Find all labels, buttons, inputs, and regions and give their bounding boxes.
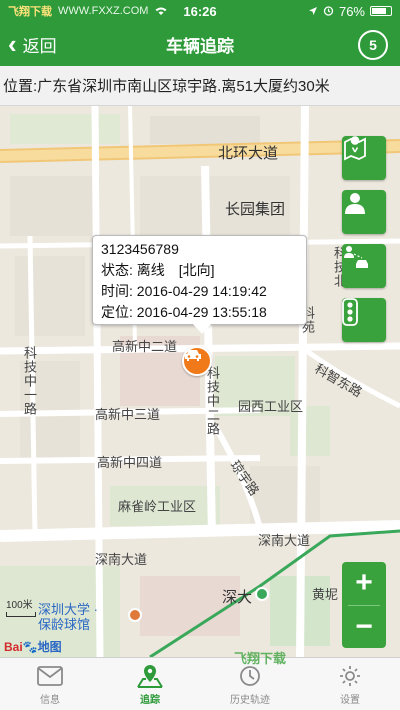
- watermark: 飞翔下载: [234, 651, 287, 666]
- road-label-keji-zhong2: 科技中二路: [205, 366, 220, 436]
- alarm-icon: [323, 4, 334, 19]
- popup-direction: [北向]: [178, 262, 215, 278]
- popup-locate-label: 定位:: [101, 304, 133, 320]
- envelope-icon: [37, 663, 63, 689]
- poi-label-changyuan: 长园集团: [225, 201, 286, 218]
- road-label-gaoxin-zhong3: 高新中三道: [95, 407, 161, 422]
- popup-time-value: 2016-04-29 14:19:42: [136, 283, 267, 299]
- poi-label-shenda: 深大: [222, 589, 253, 606]
- refresh-countdown-button[interactable]: 5: [358, 30, 388, 60]
- poi-label-yuanxi: 园西工业区: [238, 399, 304, 414]
- vehicle-marker[interactable]: [182, 346, 212, 376]
- tab-info[interactable]: 信息: [0, 658, 100, 710]
- road-label-keji-zhong1: 科技中一路: [22, 346, 37, 416]
- vehicle-info-popup: 3123456789 状态: 离线 [北向] 时间: 2016-04-29 14:…: [92, 235, 307, 334]
- tab-info-label: 信息: [40, 694, 60, 706]
- location-arrow-icon: [308, 4, 318, 19]
- bottom-tab-bar: 信息 追踪 历史轨迹 设置: [0, 657, 400, 710]
- refresh-countdown-value: 5: [369, 37, 377, 53]
- tab-track-label: 追踪: [140, 694, 160, 706]
- popup-time-label: 时间:: [101, 283, 133, 299]
- tab-settings-label: 设置: [340, 694, 360, 706]
- road-label-gaoxin-zhong2: 高新中二道: [112, 339, 178, 354]
- back-button[interactable]: ‹ 返回: [8, 22, 57, 66]
- traffic-light-button[interactable]: [342, 298, 386, 342]
- map-scale: 100米: [6, 596, 36, 617]
- popup-status-value: 离线: [136, 262, 165, 278]
- zoom-out-button[interactable]: −: [342, 606, 386, 649]
- poi-label-szu-bowling: 深圳大学 · 保龄球馆: [38, 602, 98, 632]
- person-button[interactable]: [342, 190, 386, 234]
- person-to-car-button[interactable]: [342, 244, 386, 288]
- page-title: 车辆追踪: [166, 36, 234, 56]
- nav-header: ‹ 返回 车辆追踪 5: [0, 22, 400, 66]
- website-label: WWW.FXXZ.COM: [58, 5, 149, 17]
- settings-icon: [338, 663, 362, 689]
- road-label-shennan: 深南大道: [258, 533, 311, 548]
- zoom-controls: + −: [342, 562, 386, 648]
- popup-plate: 3123456789: [101, 241, 179, 257]
- tab-history-label: 历史轨迹: [230, 694, 270, 706]
- back-label: 返回: [22, 36, 57, 56]
- road-label-shennan-west: 深南大道: [95, 552, 148, 567]
- scale-label: 100米: [6, 600, 33, 611]
- paw-icon: 🐾: [22, 640, 38, 654]
- map-view[interactable]: 北环大道 长园集团 高新中二道 高新中三道 高新中四道 深南大道 深南大道 科技…: [0, 106, 400, 657]
- map-pin-icon: [136, 663, 164, 689]
- bowling-poi-icon: [128, 608, 142, 622]
- metro-station-icon: [255, 587, 269, 601]
- tab-track[interactable]: 追踪: [100, 658, 200, 710]
- wifi-icon: [154, 4, 168, 19]
- status-bar: 飞翔下载 WWW.FXXZ.COM 16:26 76%: [0, 0, 400, 22]
- popup-status-label: 状态:: [101, 262, 133, 278]
- chevron-left-icon: ‹: [8, 29, 17, 59]
- zoom-in-button[interactable]: +: [342, 562, 386, 605]
- road-label-gaoxin-zhong4: 高新中四道: [97, 455, 163, 470]
- road-label-beihuan: 北环大道: [218, 145, 279, 162]
- poi-label-huangni: 黄坭: [312, 587, 339, 602]
- tab-settings[interactable]: 设置: [300, 658, 400, 710]
- baidu-map-logo: Bai🐾地图: [4, 640, 62, 654]
- location-bar: 位置:广东省深圳市南山区琼宇路.离51大厦约30米: [0, 66, 400, 106]
- battery-icon: [370, 6, 392, 16]
- map-locate-button[interactable]: [342, 136, 386, 180]
- carrier-label: 飞翔下载: [8, 6, 52, 18]
- battery-percent: 76%: [338, 3, 365, 19]
- poi-label-maqueling: 麻雀岭工业区: [118, 499, 197, 514]
- location-text: 位置:广东省深圳市南山区琼宇路.离51大厦约30米: [3, 78, 330, 95]
- popup-locate-value: 2016-04-29 13:55:18: [136, 304, 267, 320]
